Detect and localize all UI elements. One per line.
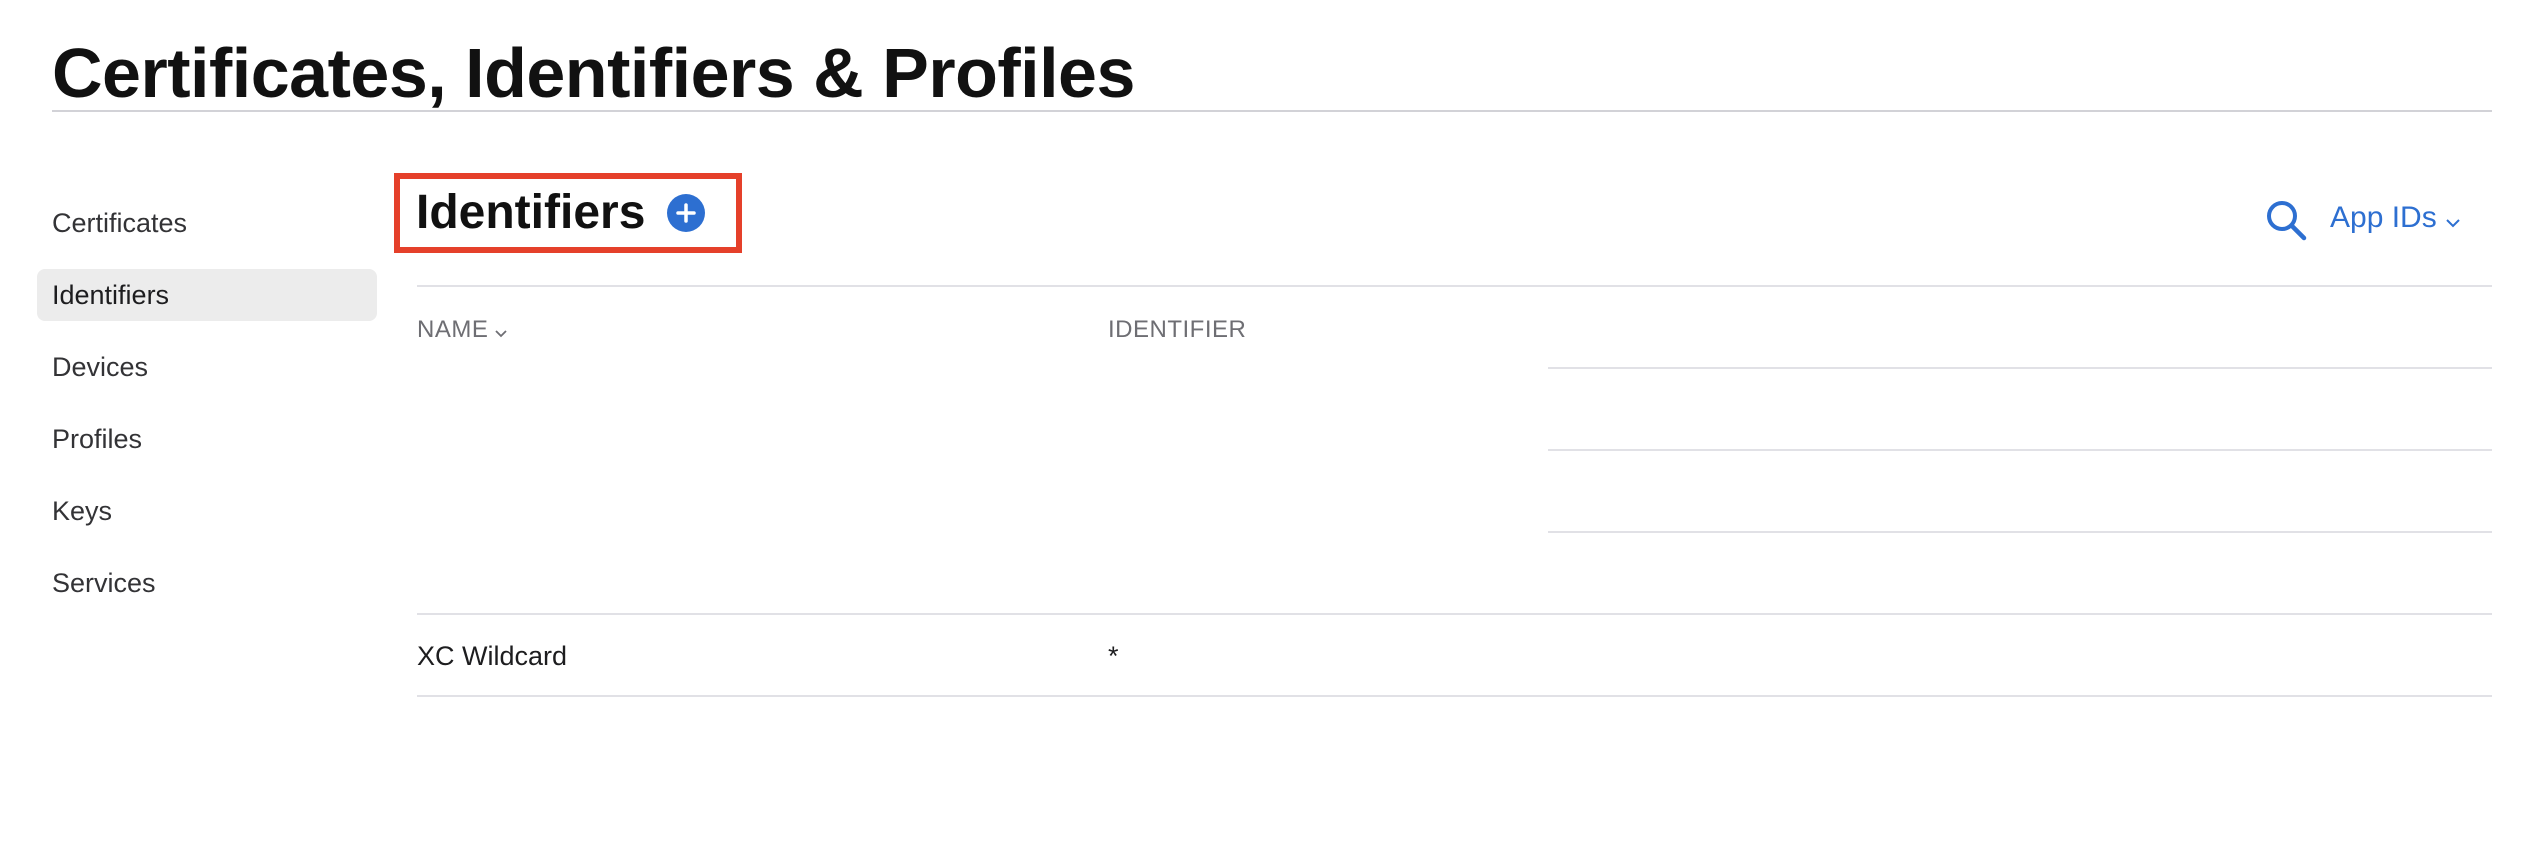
section-header-highlight: Identifiers [394, 173, 742, 253]
row-divider [417, 613, 2492, 615]
row-divider [1548, 367, 2492, 369]
sort-chevron-icon [494, 313, 508, 349]
add-identifier-button[interactable] [667, 194, 705, 232]
sidebar-item-certificates[interactable]: Certificates [37, 197, 377, 249]
search-button[interactable] [2264, 198, 2308, 242]
row-divider [1548, 531, 2492, 533]
page-title: Certificates, Identifiers & Profiles [52, 34, 1135, 112]
table-row[interactable] [417, 616, 2492, 696]
plus-circle-icon [676, 203, 696, 223]
sidebar-item-identifiers[interactable]: Identifiers [37, 269, 377, 321]
column-header-identifier: IDENTIFIER [1108, 316, 1247, 343]
sidebar-item-profiles[interactable]: Profiles [37, 413, 377, 465]
column-header-name[interactable]: NAME [417, 312, 508, 349]
row-divider [417, 695, 2492, 697]
row-divider [1548, 449, 2492, 451]
column-header-name-label: NAME [417, 316, 489, 343]
identifier-type-dropdown[interactable]: App IDs [2330, 196, 2461, 240]
sidebar-item-keys[interactable]: Keys [37, 485, 377, 537]
sidebar-nav: Certificates Identifiers Devices Profile… [37, 197, 377, 629]
row-name-cell: XC Wildcard [417, 641, 568, 671]
chevron-down-icon [2445, 197, 2461, 241]
table-top-divider [417, 285, 2492, 287]
title-divider [52, 110, 2492, 112]
row-identifier-cell: * [1108, 641, 1119, 671]
section-title: Identifiers [416, 186, 646, 239]
search-icon [2267, 201, 2307, 241]
sidebar-item-services[interactable]: Services [37, 557, 377, 609]
sidebar-item-devices[interactable]: Devices [37, 341, 377, 393]
identifier-type-label: App IDs [2330, 201, 2437, 234]
